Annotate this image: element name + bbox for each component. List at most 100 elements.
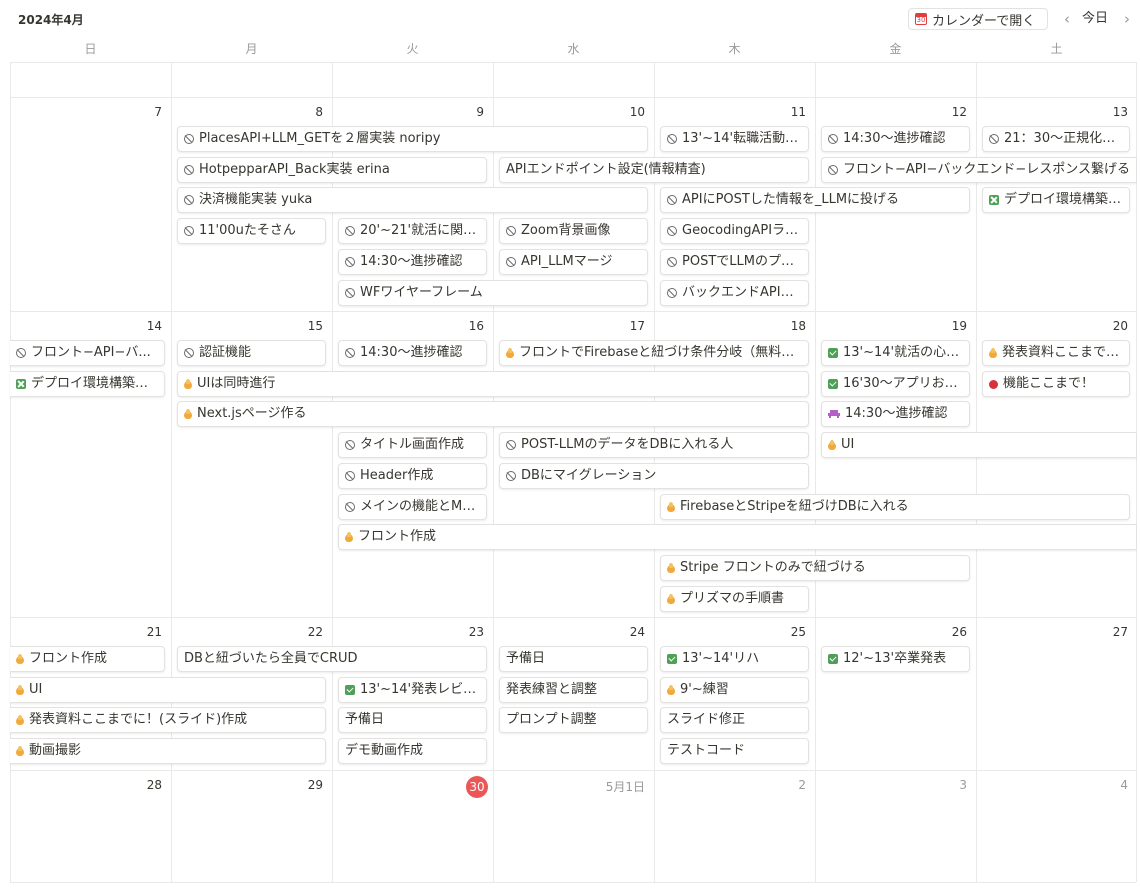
calendar-event[interactable]: DBにマイグレーション bbox=[499, 463, 809, 489]
day-number[interactable]: 11 bbox=[656, 105, 806, 119]
calendar-event[interactable]: デモ動画作成 bbox=[338, 738, 487, 764]
calendar-event[interactable]: 発表資料ここまでに... bbox=[982, 340, 1130, 366]
day-number[interactable]: 16 bbox=[334, 319, 484, 333]
calendar-event[interactable]: 20'~21'就活に関する... bbox=[338, 218, 487, 244]
day-number[interactable]: 19 bbox=[817, 319, 967, 333]
calendar-event[interactable]: 14:30〜進捗確認 bbox=[338, 340, 487, 366]
calendar-event[interactable]: 14:30〜進捗確認 bbox=[821, 126, 970, 152]
calendar-event[interactable]: プロンプト調整 bbox=[499, 707, 648, 733]
day-number[interactable]: 10 bbox=[495, 105, 645, 119]
calendar-event[interactable]: Header作成 bbox=[338, 463, 487, 489]
day-number[interactable]: 23 bbox=[334, 625, 484, 639]
calendar-event[interactable]: WFワイヤーフレーム bbox=[338, 280, 648, 306]
calendar-event[interactable]: 予備日 bbox=[338, 707, 487, 733]
open-calendar-button[interactable]: 30 カレンダーで開く bbox=[908, 8, 1048, 30]
calendar-event[interactable]: バックエンドAPI同... bbox=[660, 280, 809, 306]
day-number[interactable]: 17 bbox=[495, 319, 645, 333]
calendar-event[interactable]: 16'30〜アプリお披... bbox=[821, 371, 970, 397]
calendar-event[interactable]: 機能ここまで！ bbox=[982, 371, 1130, 397]
day-number[interactable]: 5月1日 bbox=[495, 778, 645, 795]
calendar-event[interactable]: フロント−API−バックエンド−レスポンス繋げる bbox=[821, 157, 1136, 183]
day-number[interactable]: 25 bbox=[656, 625, 806, 639]
calendar-event[interactable]: UI bbox=[10, 677, 326, 703]
day-number[interactable]: 28 bbox=[12, 778, 162, 792]
calendar-event[interactable]: スライド修正 bbox=[660, 707, 809, 733]
calendar-event[interactable]: タイトル画面作成 bbox=[338, 432, 487, 458]
calendar-event[interactable]: テストコード bbox=[660, 738, 809, 764]
calendar-event[interactable]: メインの機能とMa... bbox=[338, 494, 487, 520]
calendar-event[interactable]: PlacesAPI+LLM_GETを２層実装 noripy bbox=[177, 126, 648, 152]
today-day-number[interactable]: 30 bbox=[466, 776, 488, 798]
day-number[interactable]: 2 bbox=[656, 778, 806, 792]
calendar-event[interactable]: 11'00uたそさん bbox=[177, 218, 326, 244]
calendar-event[interactable]: 9'~練習 bbox=[660, 677, 809, 703]
calendar-event[interactable]: デプロイ環境構築イ... bbox=[982, 187, 1130, 213]
calendar-event[interactable]: フロント−API−バ... bbox=[10, 340, 165, 366]
calendar-event[interactable]: HotpepparAPI_Back実装 erina bbox=[177, 157, 487, 183]
day-number[interactable]: 14 bbox=[12, 319, 162, 333]
day-number[interactable]: 13 bbox=[978, 105, 1128, 119]
calendar-event[interactable]: APIにPOSTした情報を_LLMに投げる bbox=[660, 187, 970, 213]
calendar-event[interactable]: 13'~14'転職活動に... bbox=[660, 126, 809, 152]
calendar-event[interactable]: APIエンドポイント設定(情報精査) bbox=[499, 157, 809, 183]
calendar-event[interactable]: UI bbox=[821, 432, 1136, 458]
calendar-event[interactable]: 認証機能 bbox=[177, 340, 326, 366]
calendar-event[interactable]: 14:30〜進捗確認 bbox=[821, 401, 970, 427]
calendar-event[interactable]: GeocodingAPIラン... bbox=[660, 218, 809, 244]
blocked-icon bbox=[667, 288, 677, 298]
calendar-event[interactable]: 決済機能実装 yuka bbox=[177, 187, 648, 213]
event-title: タイトル画面作成 bbox=[360, 437, 465, 452]
calendar-event[interactable]: 13'~14'就活の心得... bbox=[821, 340, 970, 366]
calendar-event[interactable]: POSTでLLMのプロ... bbox=[660, 249, 809, 275]
calendar-event[interactable]: 14:30〜進捗確認 bbox=[338, 249, 487, 275]
day-number[interactable]: 3 bbox=[817, 778, 967, 792]
event-title: DBにマイグレーション bbox=[521, 468, 657, 483]
day-number[interactable]: 26 bbox=[817, 625, 967, 639]
day-number[interactable]: 8 bbox=[173, 105, 323, 119]
calendar-event[interactable]: API_LLMマージ bbox=[499, 249, 648, 275]
excel-icon bbox=[989, 195, 999, 205]
calendar-event[interactable]: Zoom背景画像 bbox=[499, 218, 648, 244]
calendar-event[interactable]: Next.jsページ作る bbox=[177, 401, 809, 427]
calendar-event[interactable]: POST-LLMのデータをDBに入れる人 bbox=[499, 432, 809, 458]
day-number[interactable]: 4 bbox=[978, 778, 1128, 792]
today-button[interactable]: 今日 bbox=[1082, 10, 1108, 28]
calendar-event[interactable]: フロント作成 bbox=[338, 524, 1136, 550]
calendar-event[interactable]: 13'~14'リハ bbox=[660, 646, 809, 672]
day-number[interactable]: 27 bbox=[978, 625, 1128, 639]
day-number[interactable]: 7 bbox=[12, 105, 162, 119]
grid-hline bbox=[10, 311, 1136, 312]
calendar-event[interactable]: Stripe フロントのみで紐づける bbox=[660, 555, 970, 581]
day-number[interactable]: 21 bbox=[12, 625, 162, 639]
weekday-label: 金 bbox=[889, 42, 902, 56]
day-number[interactable]: 18 bbox=[656, 319, 806, 333]
calendar-event[interactable]: 12'~13'卒業発表 bbox=[821, 646, 970, 672]
chevron-right-icon[interactable]: › bbox=[1120, 10, 1134, 28]
calendar-event[interactable]: FirebaseとStripeを紐づけDBに入れる bbox=[660, 494, 1130, 520]
calendar-event[interactable]: UIは同時進行 bbox=[177, 371, 809, 397]
calendar-event[interactable]: 発表資料ここまでに！(スライド)作成 bbox=[10, 707, 326, 733]
calendar-event[interactable]: フロント作成 bbox=[10, 646, 165, 672]
event-title: プリズマの手順書 bbox=[680, 591, 785, 606]
event-title: 決済機能実装 yuka bbox=[199, 192, 313, 207]
fire-icon bbox=[989, 348, 997, 358]
blocked-icon bbox=[184, 165, 194, 175]
calendar-event[interactable]: DBと紐づいたら全員でCRUD bbox=[177, 646, 487, 672]
chevron-left-icon[interactable]: ‹ bbox=[1060, 10, 1074, 28]
day-number[interactable]: 9 bbox=[334, 105, 484, 119]
day-number[interactable]: 24 bbox=[495, 625, 645, 639]
calendar-event[interactable]: 予備日 bbox=[499, 646, 648, 672]
calendar-event[interactable]: 発表練習と調整 bbox=[499, 677, 648, 703]
calendar-event[interactable]: 13'~14'発表レビュー bbox=[338, 677, 487, 703]
calendar-event[interactable]: 動画撮影 bbox=[10, 738, 326, 764]
day-number[interactable]: 20 bbox=[978, 319, 1128, 333]
event-title: UIは同時進行 bbox=[197, 376, 276, 391]
day-number[interactable]: 29 bbox=[173, 778, 323, 792]
calendar-event[interactable]: デプロイ環境構築イ... bbox=[10, 371, 165, 397]
calendar-event[interactable]: フロントでFirebaseと紐づけ条件分岐（無料ユー... bbox=[499, 340, 809, 366]
day-number[interactable]: 22 bbox=[173, 625, 323, 639]
day-number[interactable]: 12 bbox=[817, 105, 967, 119]
day-number[interactable]: 15 bbox=[173, 319, 323, 333]
calendar-event[interactable]: プリズマの手順書 bbox=[660, 586, 809, 612]
calendar-event[interactable]: 21：30〜正規化・E... bbox=[982, 126, 1130, 152]
